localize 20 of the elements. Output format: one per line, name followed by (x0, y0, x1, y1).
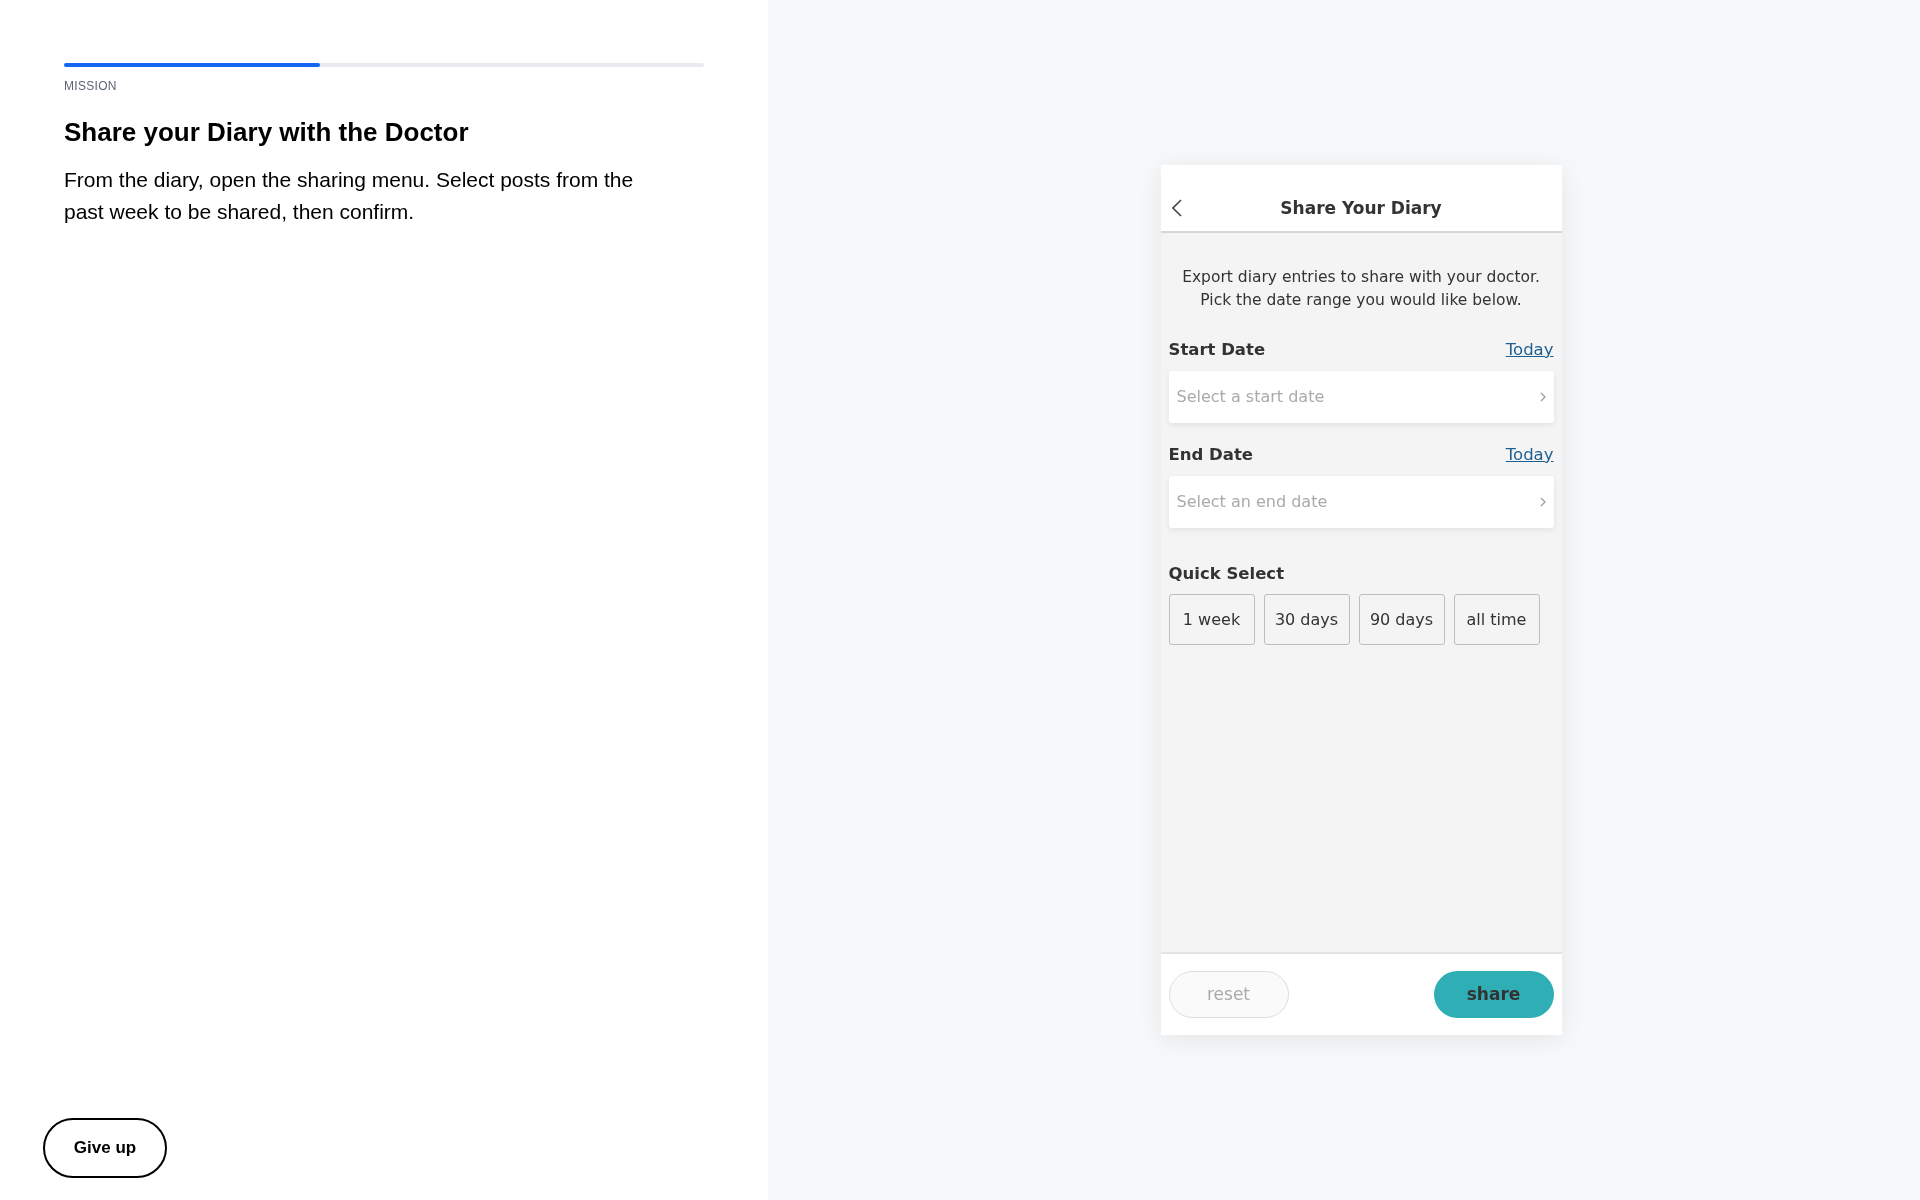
mission-description: From the diary, open the sharing menu. Select posts from the past week to be shared, then confirm. (64, 167, 635, 225)
today-link[interactable]: Today (1505, 442, 1554, 468)
chevron-right-icon (1539, 496, 1546, 507)
date-field[interactable]: Select an end date (1168, 475, 1554, 528)
share-button[interactable]: share (1433, 971, 1554, 1018)
screen-title: Share Your Diary (1280, 197, 1442, 220)
quick-select-option[interactable]: 30 days (1263, 594, 1350, 646)
give-up-button[interactable]: Give up (43, 1118, 167, 1178)
quick-select-option[interactable]: 1 week (1168, 594, 1255, 646)
today-link[interactable]: Today (1505, 338, 1554, 363)
field-label: Start Date (1168, 339, 1266, 361)
intro-text: Export diary entries to share with your doctor. Pick the date range you would like below. (1181, 267, 1541, 311)
chevron-right-icon (1539, 391, 1546, 402)
date-field[interactable]: Select a start date (1168, 370, 1554, 423)
field-label: End Date (1168, 443, 1253, 466)
mission-title: Share your Diary with the Doctor (64, 116, 470, 149)
mission-eyebrow: MISSION (64, 78, 118, 95)
quick-select-label: Quick Select (1168, 562, 1286, 585)
quick-select-option[interactable]: 90 days (1358, 594, 1445, 646)
quick-select-option[interactable]: all time (1453, 594, 1540, 646)
